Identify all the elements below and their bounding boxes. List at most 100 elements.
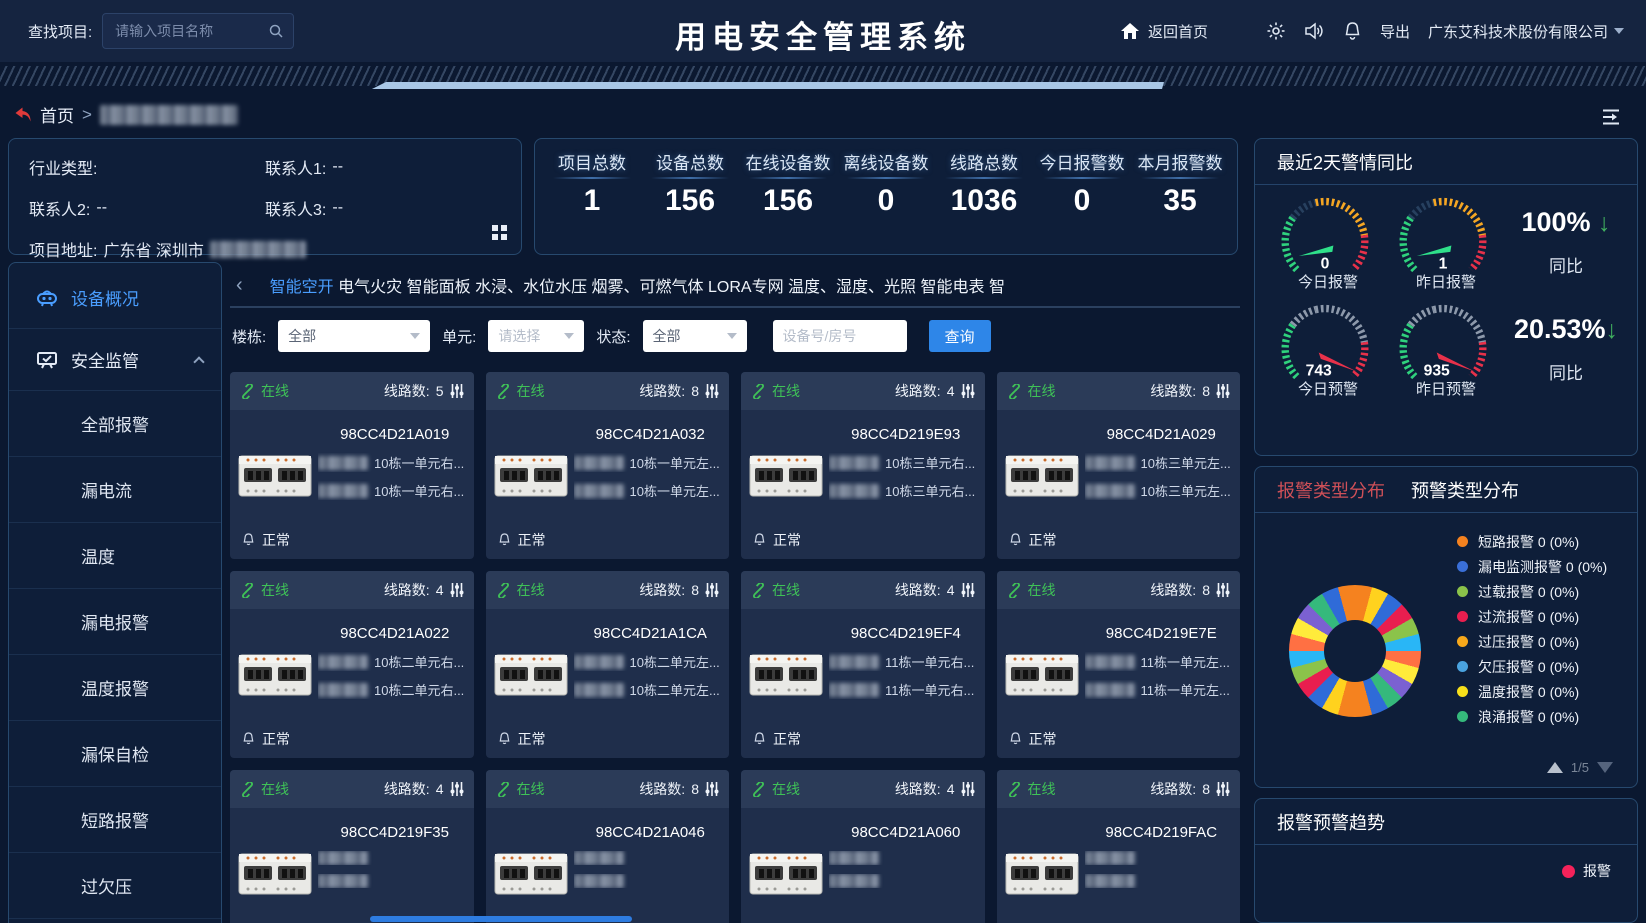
horizontal-scrollbar[interactable] <box>370 916 632 922</box>
alarm-compare-value: 100% ↓ 同比 <box>1505 207 1627 277</box>
lines-label: 线路数: <box>895 580 941 600</box>
sidebar-item-safety-monitor[interactable]: 安全监管 <box>9 329 221 391</box>
search-icon[interactable] <box>268 23 284 39</box>
gauge-label: 昨日预警 <box>1387 378 1505 399</box>
breadcrumb-project-redacted <box>100 105 238 125</box>
device-card[interactable]: 在线 线路数: 4 98CC4D219F35 正常 <box>230 770 474 923</box>
stat-label: 线路总数 <box>950 153 1018 174</box>
project-search-input[interactable]: 请输入项目名称 <box>102 13 294 49</box>
device-card[interactable]: 在线 线路数: 8 98CC4D21A032 10栋一单元左... 10栋一单元… <box>486 372 730 559</box>
grid-icon[interactable] <box>492 225 507 240</box>
stat-value: 156 <box>763 184 813 218</box>
device-card[interactable]: 在线 线路数: 4 98CC4D21A060 正常 <box>741 770 985 923</box>
sidebar-subitem[interactable]: 过欠压 <box>9 853 221 919</box>
device-card[interactable]: 在线 线路数: 8 98CC4D21A046 正常 <box>486 770 730 923</box>
legend-dot <box>1457 586 1468 597</box>
location-redacted <box>318 456 368 470</box>
device-card[interactable]: 在线 线路数: 8 98CC4D21A029 10栋三单元左... 10栋三单元… <box>997 372 1241 559</box>
back-home-button[interactable]: 返回首页 <box>1120 21 1208 42</box>
location-redacted <box>318 484 368 498</box>
sliders-icon[interactable] <box>961 582 975 598</box>
tab-item[interactable]: 智能电表 <box>921 269 985 308</box>
sliders-icon[interactable] <box>1216 582 1230 598</box>
device-status-online: 在线 <box>772 779 800 799</box>
breaker-image <box>749 450 823 502</box>
device-location-1: 10栋三单元左... <box>1141 453 1231 472</box>
device-location-2: 11栋一单元右... <box>885 680 974 699</box>
device-card[interactable]: 在线 线路数: 4 98CC4D219E93 10栋三单元右... 10栋三单元… <box>741 372 985 559</box>
sliders-icon[interactable] <box>450 383 464 399</box>
building-select[interactable]: 全部 <box>278 320 430 352</box>
address-redacted <box>210 241 306 258</box>
sidebar-subitem[interactable]: 温度 <box>9 523 221 589</box>
sliders-icon[interactable] <box>961 781 975 797</box>
tabs-scroll-left-icon[interactable]: ‹ <box>236 275 243 295</box>
tab-item[interactable]: 烟雾、可燃气体 <box>592 269 704 308</box>
sliders-icon[interactable] <box>450 582 464 598</box>
notification-bell-icon[interactable] <box>1343 21 1362 41</box>
link-icon <box>1007 583 1022 598</box>
sliders-icon[interactable] <box>705 582 719 598</box>
sidebar-subitem[interactable]: 漏电报警 <box>9 589 221 655</box>
sidebar-subitem[interactable]: 短路报警 <box>9 787 221 853</box>
device-location-1: 11栋一单元右... <box>885 652 974 671</box>
type-distribution-panel: 报警类型分布 预警类型分布 短路报警 0 (0%) 漏电监测报警 0 (0%) … <box>1254 466 1638 788</box>
device-card[interactable]: 在线 线路数: 8 98CC4D219FAC 正常 <box>997 770 1241 923</box>
device-card[interactable]: 在线 线路数: 5 98CC4D21A019 10栋一单元右... 10栋一单元… <box>230 372 474 559</box>
tab-warning-distribution[interactable]: 预警类型分布 <box>1411 477 1519 503</box>
status-select[interactable]: 全部 <box>643 320 747 352</box>
sliders-icon[interactable] <box>1216 383 1230 399</box>
device-card[interactable]: 在线 线路数: 4 98CC4D219EF4 11栋一单元右... 11栋一单元… <box>741 571 985 758</box>
tab-alarm-distribution[interactable]: 报警类型分布 <box>1277 477 1385 503</box>
location-redacted <box>829 874 879 888</box>
stat-value: 1 <box>584 184 601 218</box>
page-down-icon[interactable] <box>1597 762 1613 773</box>
sidebar-item-device-overview[interactable]: 设备概况 <box>9 267 221 329</box>
breaker-image <box>749 848 823 900</box>
lines-count: 8 <box>1202 582 1210 598</box>
tab-item[interactable]: 智能空开 <box>270 269 334 308</box>
sidebar-subitem[interactable]: 全部报警 <box>9 391 221 457</box>
lines-label: 线路数: <box>384 779 430 799</box>
unit-select[interactable]: 请选择 <box>488 320 584 352</box>
device-status-online: 在线 <box>517 381 545 401</box>
tab-item[interactable]: 智能面板 <box>407 269 471 308</box>
sidebar-subitem[interactable]: 过流过载 <box>9 919 221 923</box>
link-icon <box>751 782 766 797</box>
breadcrumb-home[interactable]: 首页 <box>40 102 74 127</box>
tab-item[interactable]: 温度、湿度、光照 <box>788 269 916 308</box>
link-icon <box>240 583 255 598</box>
device-card[interactable]: 在线 线路数: 4 98CC4D21A022 10栋二单元右... 10栋二单元… <box>230 571 474 758</box>
device-card[interactable]: 在线 线路数: 8 98CC4D219E7E 11栋一单元左... 11栋一单元… <box>997 571 1241 758</box>
sliders-icon[interactable] <box>450 781 464 797</box>
page-up-icon[interactable] <box>1547 762 1563 773</box>
sidebar-subitem[interactable]: 漏电流 <box>9 457 221 523</box>
export-button[interactable]: 导出 <box>1380 21 1410 42</box>
settings-gear-icon[interactable] <box>1266 21 1286 41</box>
sliders-icon[interactable] <box>705 383 719 399</box>
tab-item[interactable]: 水浸、水位水压 <box>475 269 587 308</box>
collapse-panel-icon[interactable] <box>1600 108 1622 126</box>
tab-item[interactable]: 电气火灾 <box>338 269 402 308</box>
location-redacted <box>1085 456 1135 470</box>
sound-speaker-icon[interactable] <box>1304 21 1325 41</box>
location-redacted <box>829 683 879 697</box>
location-redacted <box>574 456 624 470</box>
query-button[interactable]: 查询 <box>929 320 991 352</box>
company-selector[interactable]: 广东艾科技术股份有限公司 <box>1428 21 1624 42</box>
link-icon <box>496 782 511 797</box>
device-id: 98CC4D21A060 <box>827 824 985 841</box>
tab-item[interactable]: 智 <box>989 269 1005 308</box>
sliders-icon[interactable] <box>1216 781 1230 797</box>
location-redacted <box>829 456 879 470</box>
sliders-icon[interactable] <box>961 383 975 399</box>
sidebar-subitem[interactable]: 温度报警 <box>9 655 221 721</box>
back-arrow-icon[interactable] <box>14 106 32 123</box>
tab-item[interactable]: LORA专网 <box>708 269 784 308</box>
stat-item: 在线设备数 156 <box>742 153 834 248</box>
device-overview-icon <box>35 288 59 308</box>
sliders-icon[interactable] <box>705 781 719 797</box>
sidebar-subitem[interactable]: 漏保自检 <box>9 721 221 787</box>
device-card[interactable]: 在线 线路数: 8 98CC4D21A1CA 10栋二单元左... 10栋二单元… <box>486 571 730 758</box>
device-number-input[interactable]: 设备号/房号 <box>773 320 907 352</box>
